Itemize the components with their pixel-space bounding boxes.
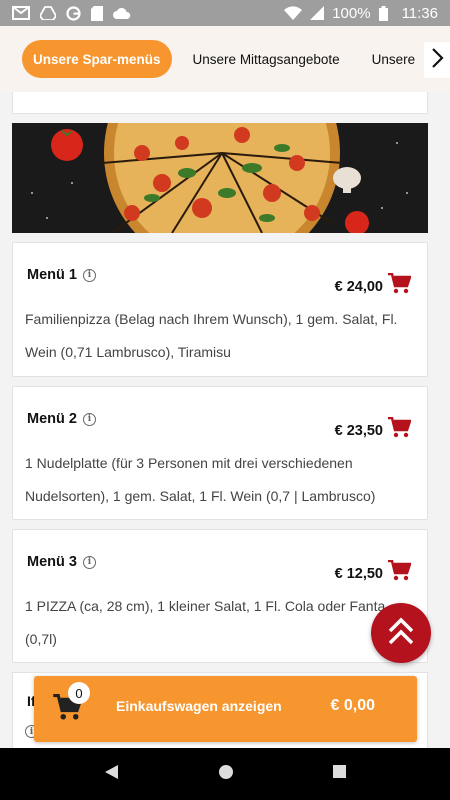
info-icon[interactable]: i (82, 555, 96, 569)
cloud-icon (113, 7, 131, 19)
menu-card[interactable]: Menü 1 i € 24,00 Familienpizza (Belag na… (12, 242, 428, 377)
cart-total: € 0,00 (330, 697, 375, 714)
home-icon[interactable] (218, 764, 233, 784)
tab-unsere[interactable]: Unsere (361, 40, 427, 78)
scroll-to-top-button[interactable] (371, 603, 431, 663)
info-icon[interactable]: i (82, 412, 96, 426)
previous-card-bottom (12, 92, 428, 114)
price-area: € 12,50 (334, 559, 412, 587)
tab-spar-menus[interactable]: Unsere Spar-menüs (22, 40, 172, 78)
drive-icon (40, 6, 56, 20)
recents-icon[interactable] (332, 765, 346, 783)
menu-price: € 12,50 (334, 565, 383, 582)
back-icon[interactable] (104, 764, 119, 784)
menu-card[interactable]: Menü 2 i € 23,50 1 Nudelplatte (für 3 Pe… (12, 386, 428, 520)
menu-title: Menü 3 i (27, 554, 96, 570)
price-area: € 24,00 (334, 272, 412, 300)
menu-title: Menü 2 i (27, 411, 96, 427)
category-tabs: Unsere Spar-menüs Unsere Mittagsangebote… (0, 26, 450, 92)
add-to-cart-icon[interactable] (387, 272, 412, 300)
menu-description: 1 Nudelplatte (für 3 Personen mit drei v… (25, 455, 376, 504)
double-chevron-up-icon (387, 616, 415, 651)
menu-price: € 23,50 (334, 422, 383, 439)
tab-mittagsangebote[interactable]: Unsere Mittagsangebote (182, 40, 351, 78)
clock: 11:36 (401, 4, 438, 22)
menu-description: 1 PIZZA (ca, 28 cm), 1 kleiner Salat, 1 … (25, 598, 386, 647)
add-to-cart-icon[interactable] (387, 559, 412, 587)
menu-description: Familienpizza (Belag nach Ihrem Wunsch),… (25, 311, 398, 360)
menu-price: € 24,00 (334, 278, 383, 295)
pizza-banner-image (12, 123, 428, 233)
battery-icon (378, 5, 388, 21)
system-nav-bar (0, 748, 450, 800)
menu-card[interactable]: Menü 3 i € 12,50 1 PIZZA (ca, 28 cm), 1 … (12, 529, 428, 663)
google-icon (66, 5, 81, 21)
wifi-icon (284, 6, 303, 20)
add-to-cart-icon[interactable] (387, 416, 412, 444)
cart-count-badge: 0 (68, 682, 90, 704)
status-bar: 100% 11:36 (0, 0, 450, 26)
info-icon[interactable]: i (82, 268, 96, 282)
battery-percent: 100% (332, 4, 371, 22)
cart-label: Einkaufswagen anzeigen (116, 698, 282, 714)
gmail-icon (12, 6, 30, 20)
view-cart-button[interactable]: 0 Einkaufswagen anzeigen € 0,00 (34, 676, 417, 742)
sd-card-icon (91, 5, 103, 21)
chevron-right-icon (430, 47, 444, 74)
price-area: € 23,50 (334, 416, 412, 444)
menu-title: Menü 1 i (27, 267, 96, 283)
tabs-next-button[interactable] (424, 42, 450, 78)
signal-icon (310, 6, 325, 20)
